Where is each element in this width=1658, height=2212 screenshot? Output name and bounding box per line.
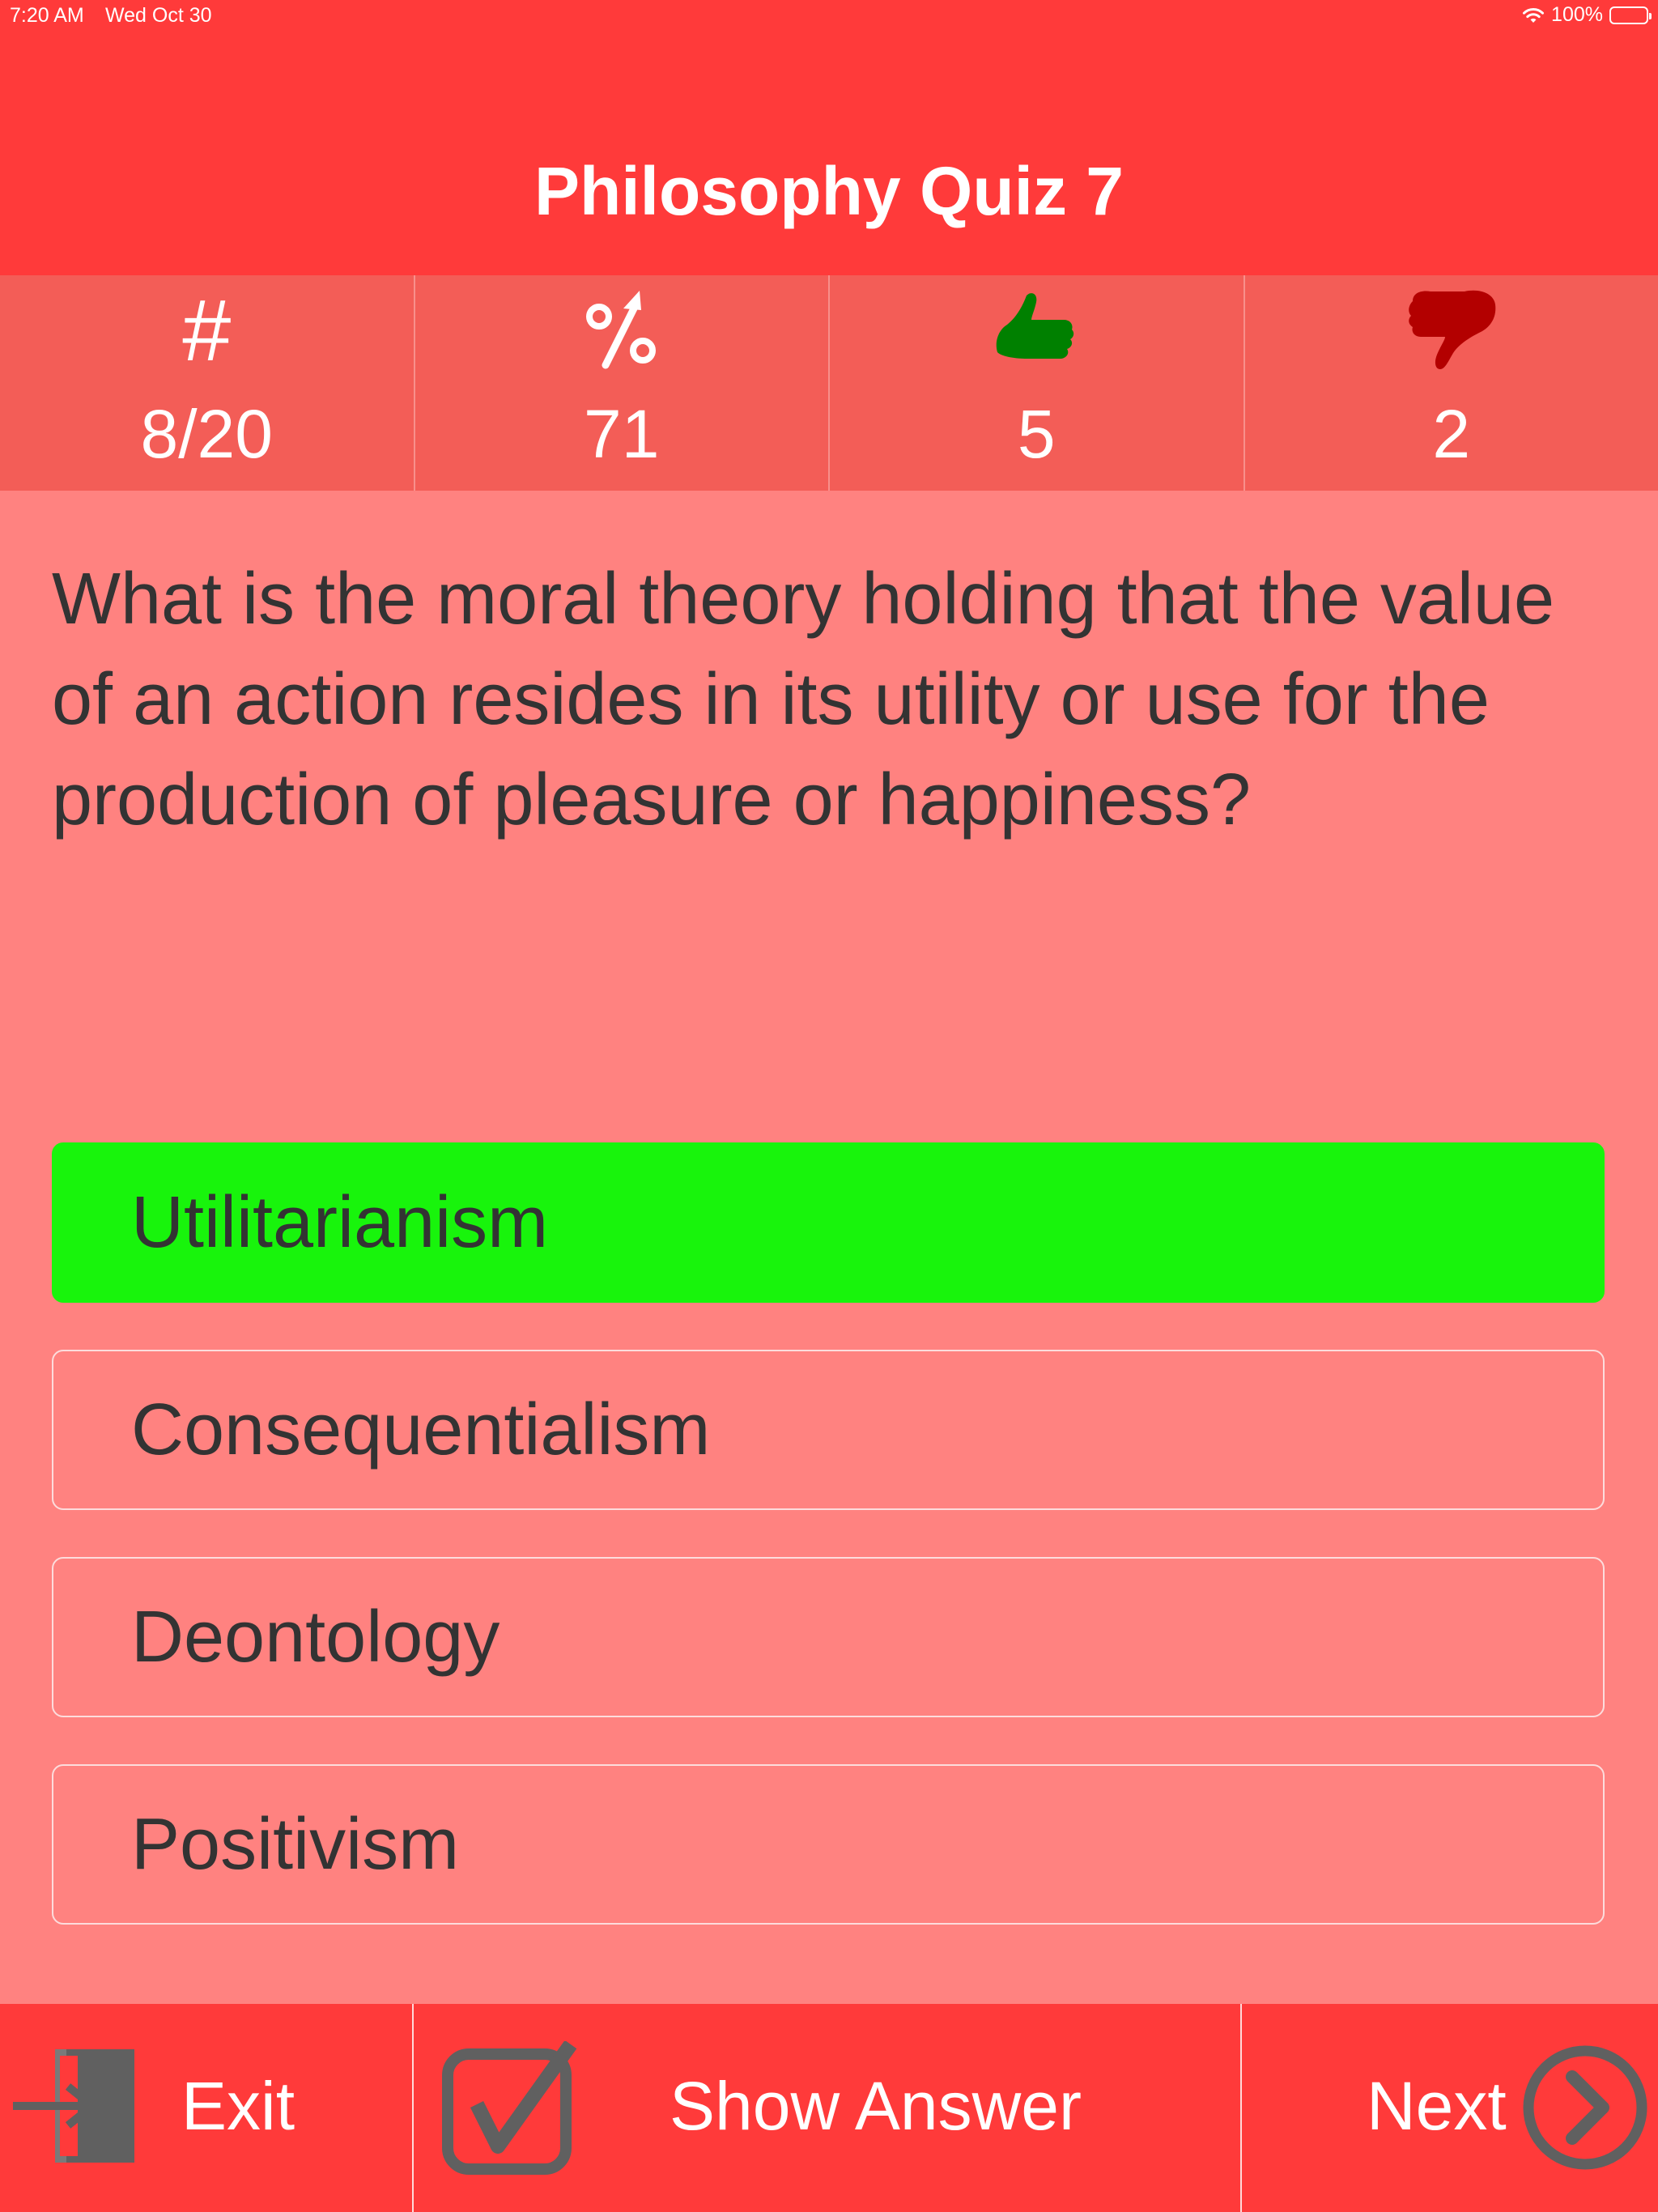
exit-label: Exit: [181, 2068, 295, 2144]
wifi-icon: [1522, 6, 1545, 24]
thumbs-down-icon: [1245, 285, 1658, 374]
next-button[interactable]: Next: [1242, 2004, 1658, 2212]
next-chevron-icon: [1522, 2044, 1648, 2175]
status-date: Wed Oct 30: [105, 4, 212, 27]
battery-icon: [1609, 6, 1652, 24]
answer-label: Consequentialism: [131, 1389, 711, 1470]
correct-count: 5: [1017, 396, 1056, 472]
show-answer-button[interactable]: Show Answer: [414, 2004, 1240, 2212]
percent-up-icon: [415, 285, 829, 374]
stat-percent: 71: [415, 275, 830, 491]
battery-percent: 100%: [1551, 3, 1603, 26]
question-progress: 8/20: [140, 396, 274, 472]
wrong-count: 2: [1432, 396, 1471, 472]
status-time: 7:20 AM: [10, 4, 84, 27]
answer-option-4[interactable]: Positivism: [52, 1764, 1605, 1925]
answer-label: Positivism: [131, 1803, 460, 1885]
stat-question-number: # 8/20: [0, 275, 415, 491]
exit-button[interactable]: Exit: [0, 2004, 412, 2212]
page-title: Philosophy Quiz 7: [534, 153, 1124, 229]
question-text: What is the moral theory holding that th…: [52, 559, 1555, 840]
answer-label: Utilitarianism: [131, 1181, 549, 1263]
stat-wrong: 2: [1245, 275, 1658, 491]
status-indicators: 100%: [1522, 3, 1652, 27]
stats-row: # 8/20 71 5 2: [0, 275, 1658, 491]
bottom-toolbar: Exit Show Answer Next: [0, 2004, 1658, 2212]
status-bar: 7:20 AM Wed Oct 30 100%: [0, 0, 1658, 32]
thumbs-up-icon: [830, 285, 1244, 374]
answer-label: Deontology: [131, 1596, 500, 1678]
header-bar: 7:20 AM Wed Oct 30 100% Philosophy Quiz …: [0, 0, 1658, 275]
show-answer-label: Show Answer: [670, 2068, 1082, 2144]
answer-option-3[interactable]: Deontology: [52, 1557, 1605, 1717]
percent-value: 71: [584, 396, 660, 472]
answer-option-1[interactable]: Utilitarianism: [52, 1142, 1605, 1303]
hash-icon: #: [182, 280, 232, 379]
next-label: Next: [1367, 2068, 1507, 2144]
stat-correct: 5: [830, 275, 1245, 491]
exit-door-icon: [11, 2046, 138, 2170]
answer-option-2[interactable]: Consequentialism: [52, 1350, 1605, 1510]
checkbox-check-icon: [441, 2040, 579, 2180]
